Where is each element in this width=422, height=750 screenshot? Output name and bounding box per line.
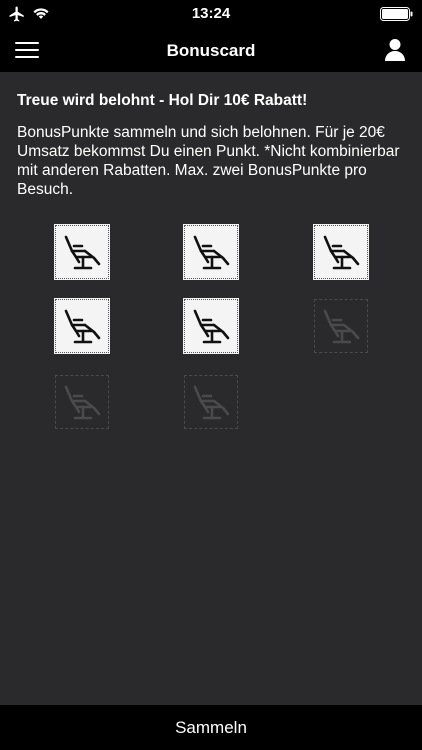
salon-chair-icon [323, 309, 360, 344]
stamp-empty [55, 375, 109, 429]
salon-chair-icon [64, 235, 101, 270]
navigation-bar: Bonuscard [0, 28, 422, 72]
status-time: 13:24 [191, 5, 231, 22]
stamp-collected [313, 224, 369, 280]
status-bar: 13:24 [0, 0, 422, 28]
salon-chair-icon [193, 309, 230, 344]
reward-headline: Treue wird belohnt - Hol Dir 10€ Rabatt! [17, 92, 308, 109]
salon-chair-icon [323, 235, 360, 270]
stamp-collected [54, 298, 110, 354]
salon-chair-icon [64, 309, 101, 344]
page-title: Bonuscard [166, 41, 256, 60]
salon-chair-icon [64, 385, 101, 420]
stamp-collected [183, 224, 239, 280]
bonus-card-content: Treue wird belohnt - Hol Dir 10€ Rabatt!… [0, 72, 422, 705]
salon-chair-icon [193, 385, 230, 420]
stamp-collected [54, 224, 110, 280]
collect-button[interactable]: Sammeln [0, 705, 422, 750]
reward-description: BonusPunkte sammeln und sich belohnen. F… [17, 124, 400, 198]
stamp-empty [184, 375, 238, 429]
battery-icon [380, 7, 413, 21]
user-icon[interactable] [384, 38, 406, 62]
collect-button-label: Sammeln [175, 718, 247, 737]
salon-chair-icon [193, 235, 230, 270]
stamp-collected [183, 298, 239, 354]
stamp-empty [314, 299, 368, 353]
